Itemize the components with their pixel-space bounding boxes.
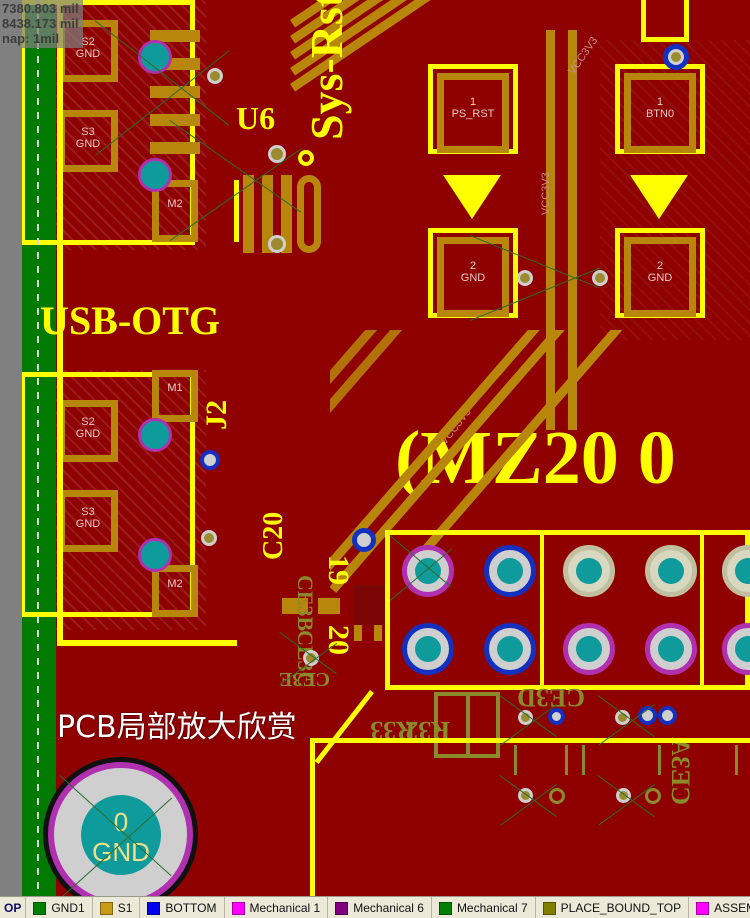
board-outline-yellow-vertical bbox=[310, 738, 315, 896]
layer-tab-label: PLACE_BOUND_TOP bbox=[560, 901, 682, 915]
header-divider-1 bbox=[540, 532, 544, 688]
layer-color-swatch bbox=[33, 901, 47, 915]
layer-tab-place-bound-top[interactable]: PLACE_BOUND_TOP bbox=[536, 897, 690, 918]
sw0-direction-triangle bbox=[630, 175, 688, 219]
ce3a-label: CE3A bbox=[666, 737, 695, 805]
layer-tab-label: OP bbox=[4, 901, 22, 915]
header-hole-r1c3-inner bbox=[576, 558, 602, 584]
silk-tick-2 bbox=[565, 745, 568, 775]
header-divider-2 bbox=[700, 532, 704, 688]
vcc3v3-net-label-a: VCC3V3 bbox=[540, 172, 552, 215]
layer-color-swatch bbox=[438, 901, 452, 915]
c20-pad-right[interactable] bbox=[318, 598, 340, 614]
silk-via-e[interactable] bbox=[658, 706, 677, 725]
header-hole-r1c1-inner bbox=[415, 558, 441, 584]
silk-tick-4 bbox=[658, 745, 661, 775]
usb2-via-small-b[interactable] bbox=[201, 530, 217, 546]
usb2-pad-m1[interactable] bbox=[152, 370, 198, 422]
layer-tab-mechanical-6[interactable]: Mechanical 6 bbox=[328, 897, 432, 918]
watermark-text: PCB局部放大欣赏 bbox=[57, 710, 297, 745]
board-outline-yellow-horizontal bbox=[310, 738, 750, 743]
pcb-canvas[interactable]: S2 GND S3 GND M2 U6 Sys-Rst 1 PS_RST 2 G… bbox=[0, 0, 750, 896]
usb2-via-teal-bottom[interactable] bbox=[138, 538, 172, 572]
header-hole-r1c2-inner bbox=[497, 558, 523, 584]
layer-tab-bar[interactable]: OP GND1 S1 BOTTOM Mechanical 1 Mechanical 6 Me… bbox=[0, 896, 750, 918]
via-near-c20-top[interactable] bbox=[352, 528, 376, 552]
usb2-pad-m2[interactable] bbox=[152, 565, 198, 617]
silk-tick-1 bbox=[514, 745, 517, 775]
via-left-of-u6[interactable] bbox=[207, 68, 223, 84]
sw0-pad1-copper[interactable] bbox=[624, 73, 696, 153]
u6-courtyard-left bbox=[234, 180, 239, 242]
coord-y-value: 8438.173 mil bbox=[2, 16, 79, 31]
via-mid-right[interactable] bbox=[592, 270, 608, 286]
layer-tab-label: Mechanical 1 bbox=[249, 901, 321, 915]
silk-tick-3 bbox=[582, 745, 585, 775]
sw0-pad2-copper[interactable] bbox=[624, 237, 696, 317]
layer-color-swatch bbox=[231, 901, 245, 915]
u6-pad-right[interactable] bbox=[297, 175, 321, 253]
u6-via-bottom[interactable] bbox=[268, 235, 286, 253]
component-lead-b bbox=[374, 625, 382, 641]
layer-tab-assembly-bottom[interactable]: ASSEMBLY_BOTTOM bbox=[689, 897, 750, 918]
usb1-finger-5 bbox=[150, 142, 200, 154]
header-hole-r2c2-inner bbox=[497, 636, 523, 662]
board-dashed-edge bbox=[37, 0, 39, 896]
layer-color-swatch bbox=[542, 901, 556, 915]
usb2-via-teal-top[interactable] bbox=[138, 418, 172, 452]
layer-color-swatch bbox=[696, 901, 710, 915]
layer-tab-gnd1[interactable]: GND1 bbox=[26, 897, 93, 918]
silk-ring-a bbox=[549, 788, 565, 804]
board-outline-yellow-left bbox=[57, 640, 237, 646]
silk-rect-divider bbox=[466, 692, 470, 758]
layer-tab-mechanical-1[interactable]: Mechanical 1 bbox=[225, 897, 329, 918]
layer-tab-label: BOTTOM bbox=[165, 901, 217, 915]
layer-color-swatch bbox=[335, 901, 349, 915]
board-outline-yellow-leftvert bbox=[57, 0, 63, 646]
layer-tab-label: GND1 bbox=[51, 901, 85, 915]
sw0-top-pad[interactable] bbox=[641, 0, 689, 42]
component-lead-a bbox=[354, 625, 362, 641]
layer-tab-op[interactable]: OP bbox=[0, 897, 27, 918]
sw1-pad2-copper[interactable] bbox=[437, 237, 509, 317]
layer-tab-s1[interactable]: S1 bbox=[93, 897, 141, 918]
layer-tab-label: Mechanical 7 bbox=[456, 901, 528, 915]
snap-value: nap: 1mil bbox=[2, 31, 60, 46]
layer-tab-mechanical-7[interactable]: Mechanical 7 bbox=[432, 897, 536, 918]
layer-tab-bottom[interactable]: BOTTOM bbox=[140, 897, 225, 918]
silk-tick-5 bbox=[735, 745, 738, 775]
sw0-via-top-hole bbox=[671, 52, 681, 62]
layer-tab-label: Mechanical 6 bbox=[353, 901, 424, 915]
usb1-via-teal-bottom[interactable] bbox=[138, 158, 172, 192]
layer-color-swatch bbox=[99, 901, 113, 915]
usb1-pad-s3[interactable] bbox=[58, 110, 118, 172]
layer-tab-label: S1 bbox=[117, 901, 133, 915]
usb2-via-small-a[interactable] bbox=[200, 450, 220, 470]
top-layer-strip bbox=[0, 0, 22, 896]
via-mid-left[interactable] bbox=[517, 270, 533, 286]
header-hole-r2c1-inner bbox=[415, 636, 441, 662]
usb2-pad-s3[interactable] bbox=[58, 490, 118, 552]
layer-color-swatch bbox=[147, 901, 161, 915]
pcb-editor-window: S2 GND S3 GND M2 U6 Sys-Rst 1 PS_RST 2 G… bbox=[0, 0, 750, 918]
silk-via-b[interactable] bbox=[548, 708, 565, 725]
ce3b-label: CE3B bbox=[293, 575, 318, 632]
header-hole-r1c4-inner bbox=[658, 558, 684, 584]
header-hole-r2c4-inner bbox=[658, 636, 684, 662]
component-body-dark bbox=[353, 585, 385, 625]
coordinate-readout: 7380.803 mil 8438.173 mil nap: 1mil bbox=[0, 0, 83, 48]
usb2-pad-s2[interactable] bbox=[58, 400, 118, 462]
coord-x-value: 7380.803 mil bbox=[2, 1, 79, 16]
layer-tab-label: ASSEMBLY_BOTTOM bbox=[714, 901, 750, 915]
header-hole-r2c3-inner bbox=[576, 636, 602, 662]
sw1-pad1-copper[interactable] bbox=[437, 73, 509, 153]
sw1-direction-triangle bbox=[443, 175, 501, 219]
silk-ring-b bbox=[645, 788, 661, 804]
